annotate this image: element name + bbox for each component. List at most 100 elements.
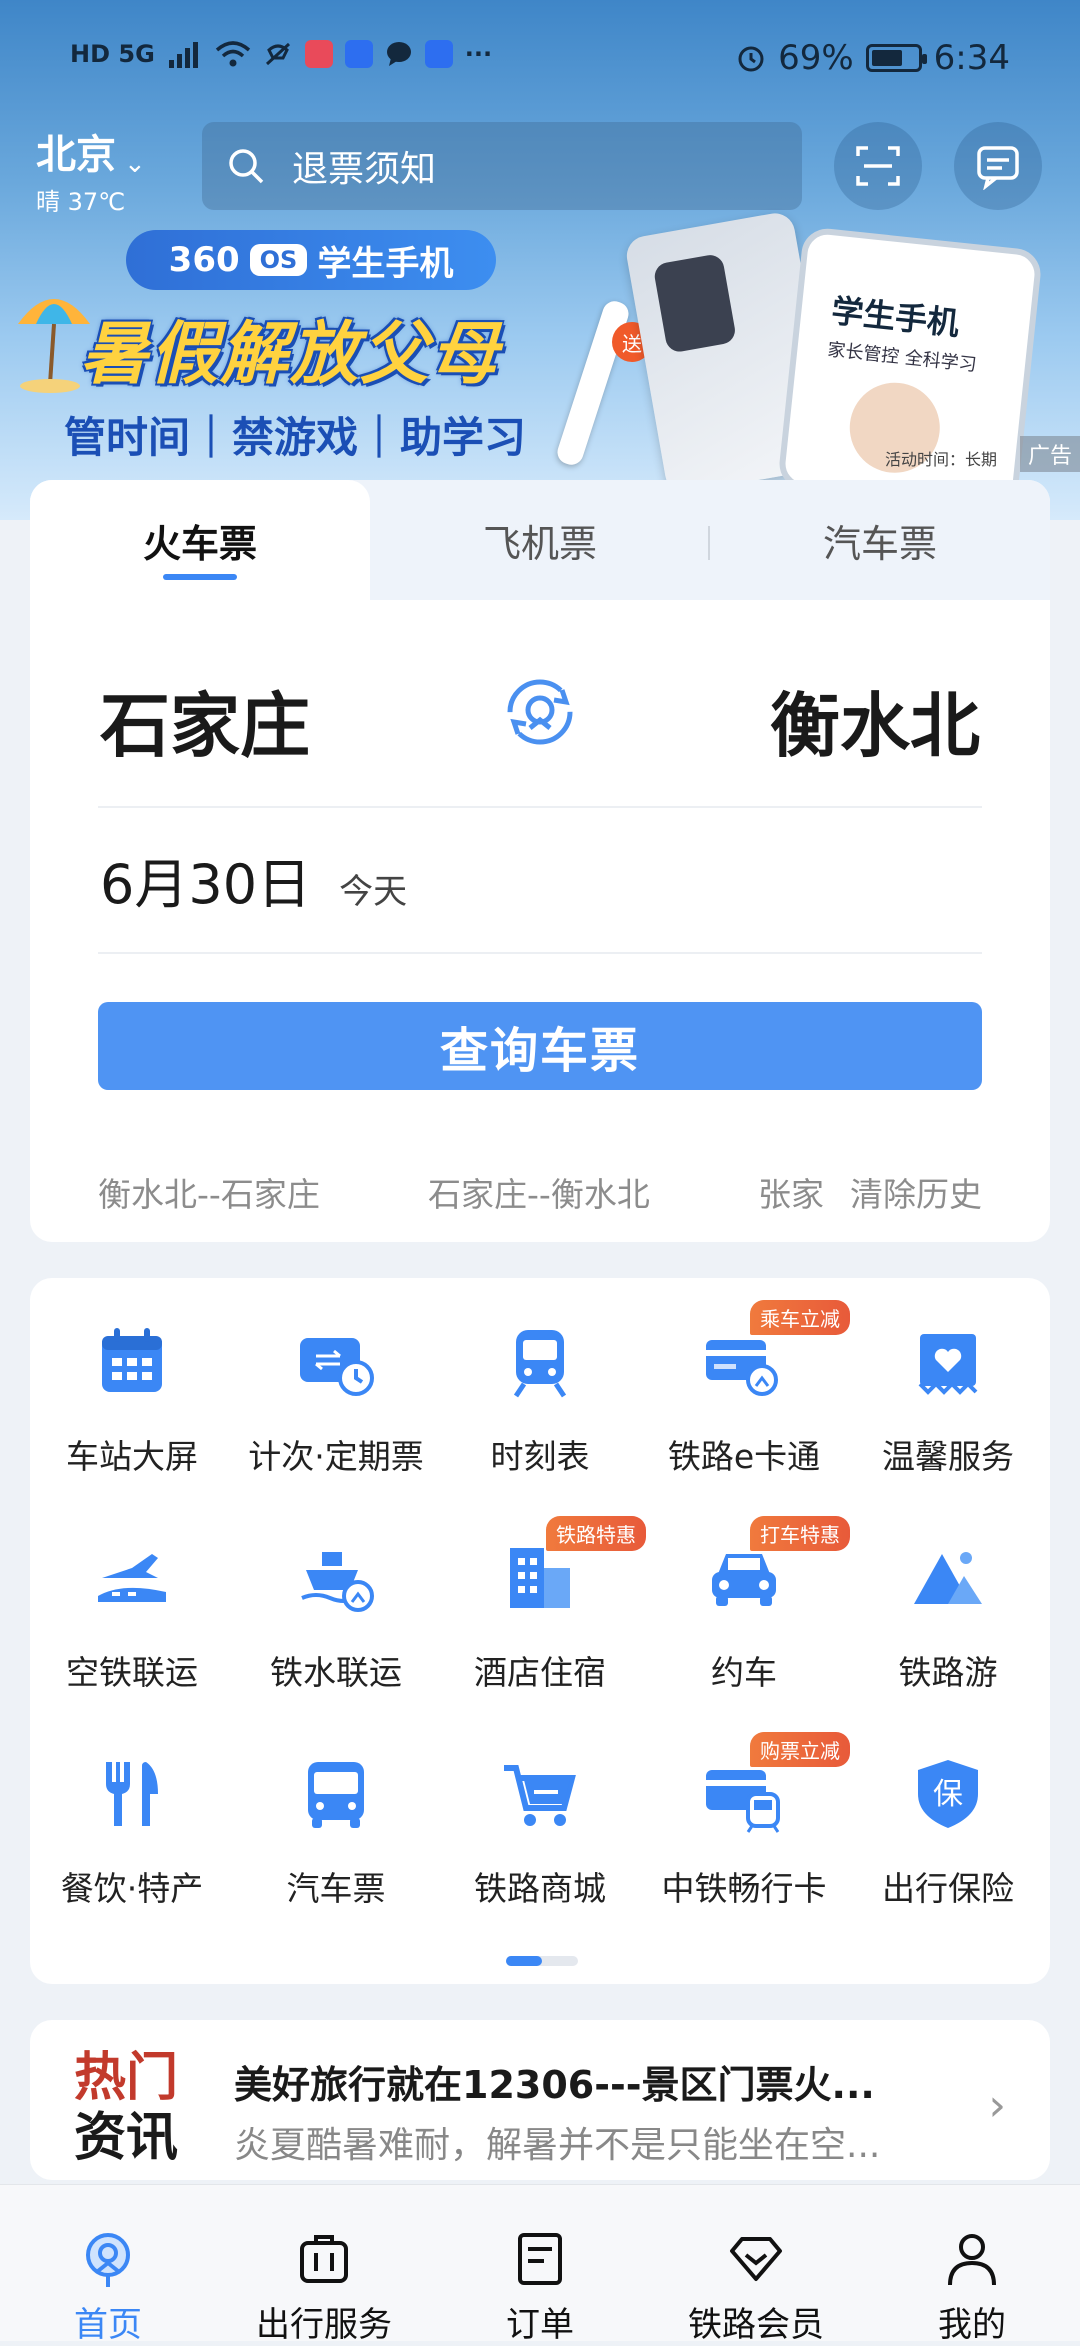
home-rail-icon — [86, 2233, 130, 2287]
bus-icon — [308, 1762, 364, 1828]
travel-date: 6月30日 — [100, 853, 312, 916]
clock: 6:34 — [933, 38, 1010, 78]
ship-rail-icon — [301, 1552, 374, 1612]
battery-level — [871, 50, 902, 66]
status-right: 69% 6:34 — [736, 38, 1010, 78]
service-rail-water[interactable]: 铁水联运 — [234, 1494, 438, 1692]
promo-banner[interactable]: 360 OS 学生手机 暑假解放父母 管时间｜禁游戏｜助学习 送 学生手机 家长… — [0, 210, 1080, 512]
nav-home[interactable]: 首页 — [0, 2185, 216, 2345]
service-travel-insurance[interactable]: 保 出行保险 — [846, 1710, 1050, 1908]
service-bus-ticket[interactable]: 汽车票 — [234, 1710, 438, 1908]
nav-rail-member[interactable]: 铁路会员 — [648, 2185, 864, 2345]
service-air-rail[interactable]: 空铁联运 — [30, 1494, 234, 1692]
chat-bubble-icon — [386, 42, 411, 66]
service-care[interactable]: 温馨服务 — [846, 1278, 1050, 1476]
shield-insurance-icon: 保 — [918, 1760, 978, 1828]
services-grid: 车站大屏 计次·定期票 时刻表 乘车立减 铁路e卡通 温馨服务 空铁联运 铁水联… — [30, 1278, 1050, 1984]
weather-label: 晴 37℃ — [36, 188, 126, 216]
service-rail-mall[interactable]: 铁路商城 — [438, 1710, 642, 1908]
hot-news-tag-line1: 热门 — [74, 2048, 179, 2108]
service-china-rail-card[interactable]: 购票立减 中铁畅行卡 — [642, 1710, 850, 1908]
nav-label: 我的 — [938, 2305, 1006, 2345]
person-icon — [948, 2234, 996, 2286]
nav-travel-service[interactable]: 出行服务 — [216, 2185, 432, 2345]
search-bar[interactable]: 退票须知 — [202, 122, 802, 210]
nav-label: 首页 — [74, 2305, 142, 2345]
active-tab-indicator — [163, 574, 237, 580]
more-notifications-icon: ··· — [464, 40, 493, 68]
fork-knife-icon — [106, 1762, 158, 1826]
smart-pen-image — [554, 298, 632, 468]
suitcase-icon — [300, 2235, 348, 2283]
page-indicator — [506, 1956, 578, 1966]
wifi-icon — [215, 41, 250, 67]
divider — [98, 806, 982, 808]
activity-time: 活动时间：长期 — [885, 450, 998, 469]
card-train-icon — [706, 1770, 780, 1833]
to-station[interactable]: 衡水北 — [770, 670, 980, 771]
os-title: 学生手机 — [317, 243, 454, 284]
station-row: 石家庄 衡水北 — [100, 670, 980, 770]
hotel-icon — [510, 1548, 570, 1608]
service-station-screen[interactable]: 车站大屏 — [30, 1278, 234, 1476]
plane-rail-icon — [98, 1554, 166, 1602]
banner-subline: 管时间｜禁游戏｜助学习 — [64, 413, 527, 462]
nav-orders[interactable]: 订单 — [432, 2185, 648, 2345]
message-icon — [977, 146, 1019, 190]
history-item[interactable]: 石家庄--衡水北 — [428, 1168, 650, 1216]
service-label: 铁路游 — [898, 1653, 998, 1692]
tab-train-label: 火车票 — [142, 521, 257, 566]
service-rail-ecard[interactable]: 乘车立减 铁路e卡通 — [642, 1278, 850, 1476]
swap-stations-icon[interactable] — [500, 672, 580, 752]
nav-mine[interactable]: 我的 — [864, 2185, 1080, 2345]
history-item[interactable]: 张家 — [758, 1168, 824, 1216]
chevron-down-icon: ⌄ — [124, 148, 146, 179]
phone-title: 学生手机 — [829, 291, 961, 343]
ticket-booking-card: 火车票 飞机票 汽车票 石家庄 衡水北 6月30日 今天 查询车票 衡水北--石… — [30, 480, 1050, 1242]
service-period-ticket[interactable]: 计次·定期票 — [234, 1278, 438, 1476]
app-notification-outline-icon — [424, 40, 453, 68]
service-label: 温馨服务 — [882, 1437, 1014, 1476]
cart-icon — [504, 1765, 576, 1826]
nav-label: 铁路会员 — [688, 2305, 824, 2345]
battery-percent: 69% — [778, 38, 854, 78]
tab-bus[interactable]: 汽车票 — [710, 480, 1050, 600]
clear-history-button[interactable]: 清除历史 — [834, 1168, 982, 1216]
history-item[interactable]: 衡水北--石家庄 — [98, 1168, 320, 1216]
city-name: 北京 — [36, 132, 116, 178]
tab-flight[interactable]: 飞机票 — [370, 480, 710, 600]
hot-news-card[interactable]: 热门 资讯 美好旅行就在12306---景区门票火... 炎夏酷暑难耐，解暑并不… — [30, 2020, 1050, 2180]
banner-headline: 暑假解放父母 — [80, 315, 501, 394]
query-tickets-button[interactable]: 查询车票 — [98, 1002, 982, 1090]
tab-flight-label: 飞机票 — [482, 521, 597, 566]
rail-card-icon — [706, 1340, 778, 1396]
silent-icon — [265, 42, 290, 66]
order-list-icon — [518, 2233, 562, 2285]
network-label: HD 5G — [70, 40, 155, 68]
news-description: 炎夏酷暑难耐，解暑并不是只能坐在空... — [234, 2125, 881, 2166]
tab-bus-label: 汽车票 — [822, 521, 937, 566]
city-selector[interactable]: 北京 ⌄ 晴 37℃ — [36, 122, 146, 217]
signal-icon — [168, 42, 198, 68]
service-ride-hailing[interactable]: 打车特惠 约车 — [642, 1494, 850, 1692]
hot-news-tag: 热门 资讯 — [74, 2048, 194, 2168]
divider — [98, 952, 982, 954]
svg-text:保: 保 — [933, 1777, 963, 1812]
date-selector[interactable]: 6月30日 今天 — [100, 840, 407, 920]
scan-icon — [856, 146, 900, 186]
header: 北京 ⌄ 晴 37℃ 退票须知 — [0, 118, 1080, 218]
train-icon — [513, 1330, 567, 1398]
service-timetable[interactable]: 时刻表 — [438, 1278, 642, 1476]
service-label: 出行保险 — [882, 1869, 1014, 1908]
heart-service-icon — [918, 1334, 978, 1395]
from-station[interactable]: 石家庄 — [100, 670, 310, 771]
service-food[interactable]: 餐饮·特产 — [30, 1710, 234, 1908]
page-indicator-active — [506, 1956, 542, 1966]
message-button[interactable] — [954, 122, 1042, 210]
tab-train[interactable]: 火车票 — [30, 480, 370, 600]
scan-button[interactable] — [834, 122, 922, 210]
nav-label: 订单 — [506, 2305, 574, 2345]
service-hotel[interactable]: 铁路特惠 酒店住宿 — [438, 1494, 646, 1692]
battery-icon — [865, 44, 927, 72]
service-rail-tour[interactable]: 铁路游 — [846, 1494, 1050, 1692]
